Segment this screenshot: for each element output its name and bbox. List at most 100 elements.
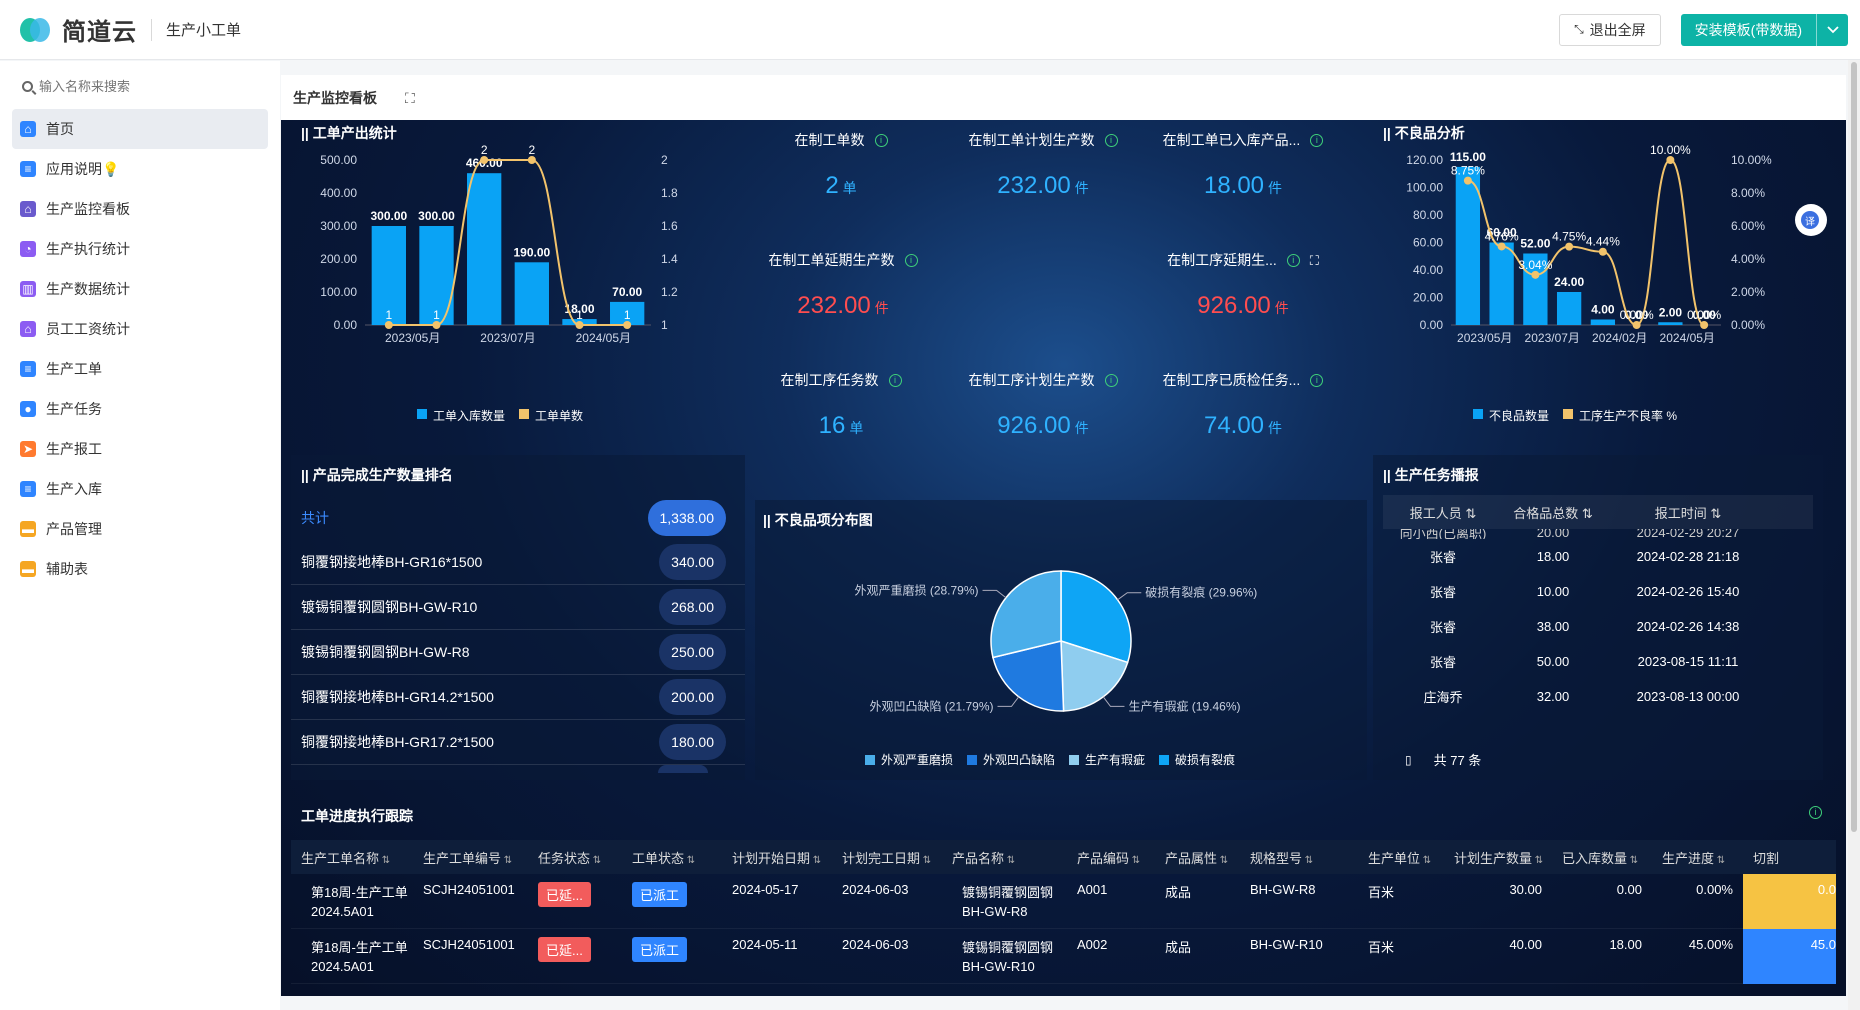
y2-tick-label: 1.2 [661,285,678,299]
header-cell[interactable]: 工单状态 ⇅ [622,848,722,867]
table-row[interactable]: 张睿 38.00 2024-02-26 14:38 [1383,609,1813,644]
line-point [480,156,489,164]
cell-line: BH-GW-R8 [962,904,1028,919]
info-icon[interactable]: i [874,134,888,148]
header-cell[interactable]: 规格型号 ⇅ [1240,848,1358,867]
cell: 第18周-生产工单 2024.5A01 [291,937,413,974]
header-cell[interactable]: 生产工单编号 ⇅ [413,848,528,867]
header-cell[interactable]: 生产工单名称 ⇅ [291,848,413,867]
install-template-label[interactable]: 安装模板(带数据) [1681,14,1816,46]
info-icon[interactable]: i [1809,806,1822,819]
info-icon[interactable]: i [1286,254,1300,268]
header-cell[interactable]: 报工时间 ⇅ [1603,503,1773,522]
info-icon[interactable]: i [1310,134,1324,148]
sidebar-item[interactable]: ▬ 辅助表 [12,549,268,589]
info-icon[interactable]: i [888,374,902,388]
cell: 0.00% [1652,882,1743,897]
bar-value-label: 300.00 [370,209,407,223]
cell: 30.00 [1444,882,1552,897]
sidebar-item[interactable]: ≡ 生产入库 [12,469,268,509]
sort-icon[interactable]: ⇅ [810,855,821,866]
expand-icon[interactable]: ⛶ [1310,253,1319,268]
sidebar-item[interactable]: ● 生产任务 [12,389,268,429]
logo[interactable]: 简道云 [20,12,137,47]
sidebar-item[interactable]: ▥ 生产数据统计 [12,269,268,309]
sort-icon[interactable]: ⇅ [590,855,601,866]
sort-icon[interactable]: ⇅ [1714,855,1725,866]
cell: 2023-08-15 11:11 [1637,654,1739,669]
legend-swatch [1563,409,1574,419]
line-value-label: 2 [528,143,535,157]
sidebar-item[interactable]: ⌂ 员工工资统计 [12,309,268,349]
page-scrollbar[interactable] [1848,60,1860,1010]
sidebar-search[interactable] [22,73,260,99]
sort-icon[interactable]: ⇅ [920,855,931,866]
header-cell[interactable]: 报工人员 ⇅ [1383,503,1503,522]
cell: 成品 [1155,882,1240,901]
sidebar-item[interactable]: ⌂ 生产监控看板 [12,189,268,229]
chevron-down-icon[interactable] [1816,13,1848,46]
header-cell[interactable]: 切割 [1743,848,1836,867]
kpi-number: 232.00 [997,172,1071,199]
header-cell[interactable]: 计划开始日期 ⇅ [722,848,832,867]
header-cell[interactable]: 产品编码 ⇅ [1067,848,1155,867]
line-value-label: 2 [481,143,488,157]
y-tick-label: 20.00 [1413,291,1443,305]
info-icon[interactable]: i [1104,134,1118,148]
sort-icon[interactable]: ⇅ [1627,855,1638,866]
search-input[interactable] [39,78,239,94]
header-cell[interactable]: 产品名称 ⇅ [942,848,1067,867]
sidebar-item[interactable]: ⌂ 首页 [12,109,268,149]
table-row[interactable]: 第18周-生产工单 2024.5A01 SCJH24051001 已延... 已派工 20… [291,929,1836,984]
table-row[interactable]: 张睿 18.00 2024-02-28 21:18 [1383,539,1813,574]
sort-icon[interactable]: ⇅ [1217,855,1228,866]
kpi-value: 232.00 件 [753,292,933,320]
sidebar-item[interactable]: ➤ 生产报工 [12,429,268,469]
header-cell[interactable]: 产品属性 ⇅ [1155,848,1240,867]
table-row[interactable]: 张睿 10.00 2024-02-26 15:40 [1383,574,1813,609]
table-row[interactable]: 张睿 50.00 2023-08-15 11:11 [1383,644,1813,679]
y2-tick-label: 1.8 [661,186,678,200]
header-cell[interactable]: 生产进度 ⇅ [1652,848,1743,867]
sort-icon[interactable]: ⇅ [1302,855,1313,866]
cell: 50.00 [1536,654,1570,669]
header-cell[interactable]: 任务状态 ⇅ [528,848,622,867]
kpi-number: 926.00 [997,412,1071,439]
sort-icon[interactable]: ⇅ [1004,855,1015,866]
header-cell[interactable]: 合格品总数 ⇅ [1503,503,1603,522]
legend-swatch [865,755,875,765]
info-icon[interactable]: i [904,254,918,268]
panel-title: 产品完成生产数量排名 [301,465,745,485]
exit-fullscreen-button[interactable]: ⤡ 退出全屏 [1559,13,1661,46]
translate-float-button[interactable]: 译 [1795,204,1827,236]
header-cell[interactable]: 计划生产数量 ⇅ [1444,848,1552,867]
sort-icon[interactable]: ⇅ [684,855,695,866]
scrollbar-thumb[interactable] [1851,62,1857,832]
sidebar-item[interactable]: ≡ 生产工单 [12,349,268,389]
info-icon[interactable]: i [1310,374,1324,388]
sort-icon[interactable]: ⇅ [379,855,390,866]
header-cell[interactable]: 已入库数量 ⇅ [1552,848,1652,867]
table-row[interactable]: 庄海乔 32.00 2023-08-13 00:00 [1383,679,1813,714]
sidebar-item[interactable]: ◔ 生产执行统计 [12,229,268,269]
page-icon[interactable]: ▯ [1405,753,1412,767]
kpi-number: 926.00 [1197,292,1271,319]
header-cell[interactable]: 计划完工日期 ⇅ [832,848,942,867]
info-icon[interactable]: i [1104,374,1118,388]
sort-icon[interactable]: ⇅ [501,855,512,866]
sidebar-item[interactable]: ≡ 应用说明💡 [12,149,268,189]
sidebar-item[interactable]: ▬ 产品管理 [12,509,268,549]
x-tick-label: 2023/05月 [385,331,440,345]
sort-icon[interactable]: ⇅ [1420,855,1431,866]
header-cell[interactable]: 生产单位 ⇅ [1358,848,1444,867]
fullscreen-icon[interactable]: ⛶ [405,90,415,107]
cell-value: 0.0 [1817,882,1836,897]
sort-icon[interactable]: ⇅ [1129,855,1140,866]
x-tick-label: 2024/05月 [1660,331,1715,345]
cell-value: 45.00% [1688,937,1733,952]
install-template-button[interactable]: 安装模板(带数据) [1680,13,1848,46]
sort-icon[interactable]: ⇅ [1532,855,1543,866]
cell: 18.00 [1536,549,1570,564]
table-row[interactable]: 第18周-生产工单 2024.5A01 SCJH24051001 已延... 已派工 20… [291,874,1836,929]
line-point [1632,321,1641,329]
